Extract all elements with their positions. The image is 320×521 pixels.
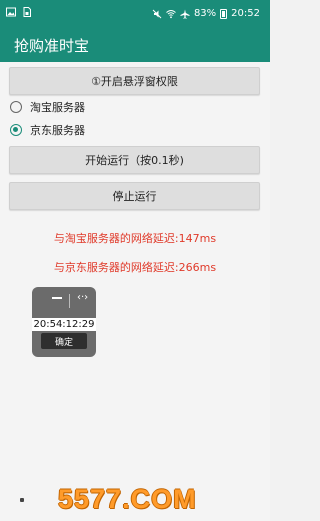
status-left-icons bbox=[6, 7, 32, 17]
status-right-icons: 83% 20:52 bbox=[152, 8, 260, 19]
battery-icon bbox=[220, 8, 228, 19]
gallery-icon bbox=[6, 7, 16, 17]
stop-button[interactable]: 停止运行 bbox=[9, 182, 260, 210]
radio-taobao-label: 淘宝服务器 bbox=[30, 101, 85, 114]
radio-taobao-server[interactable]: 淘宝服务器 bbox=[10, 99, 85, 115]
taobao-latency-text: 与淘宝服务器的网络延迟:147ms bbox=[53, 232, 217, 245]
airplane-icon bbox=[180, 9, 190, 19]
widget-time: 20:54:12:29 bbox=[32, 318, 96, 331]
radio-taobao-circle[interactable] bbox=[10, 101, 22, 113]
start-button[interactable]: 开始运行（按0.1秒) bbox=[9, 146, 260, 174]
widget-confirm-button[interactable]: 确定 bbox=[41, 333, 87, 349]
battery-percent: 83% bbox=[193, 8, 217, 19]
mute-icon bbox=[152, 9, 162, 19]
app-bar: 抢购准时宝 bbox=[0, 28, 270, 62]
wifi-icon bbox=[166, 9, 176, 19]
widget-divider bbox=[69, 294, 70, 308]
sim-icon bbox=[22, 7, 32, 17]
clock: 20:52 bbox=[231, 8, 260, 19]
status-bar: 83% 20:52 bbox=[0, 0, 270, 28]
jd-latency-text: 与京东服务器的网络延迟:266ms bbox=[53, 261, 217, 274]
enable-overlay-permission-button[interactable]: ①开启悬浮窗权限 bbox=[9, 67, 260, 95]
app-title: 抢购准时宝 bbox=[14, 37, 90, 55]
minimize-icon[interactable] bbox=[52, 297, 62, 299]
watermark-text: 5577.COM bbox=[58, 484, 197, 514]
floating-clock-widget[interactable]: ‹·› 20:54:12:29 确定 bbox=[32, 287, 96, 357]
radio-jd-circle[interactable] bbox=[10, 124, 22, 136]
watermark-logo: 5577.COM bbox=[58, 484, 197, 515]
nav-dot-icon bbox=[20, 498, 24, 502]
radio-jd-label: 京东服务器 bbox=[30, 124, 85, 137]
move-handle-icon[interactable]: ‹·› bbox=[77, 293, 88, 303]
radio-jd-server[interactable]: 京东服务器 bbox=[10, 122, 85, 138]
phone-screen: 83% 20:52 抢购准时宝 ①开启悬浮窗权限 淘宝服务器 京东服务器 开始运… bbox=[0, 0, 270, 521]
